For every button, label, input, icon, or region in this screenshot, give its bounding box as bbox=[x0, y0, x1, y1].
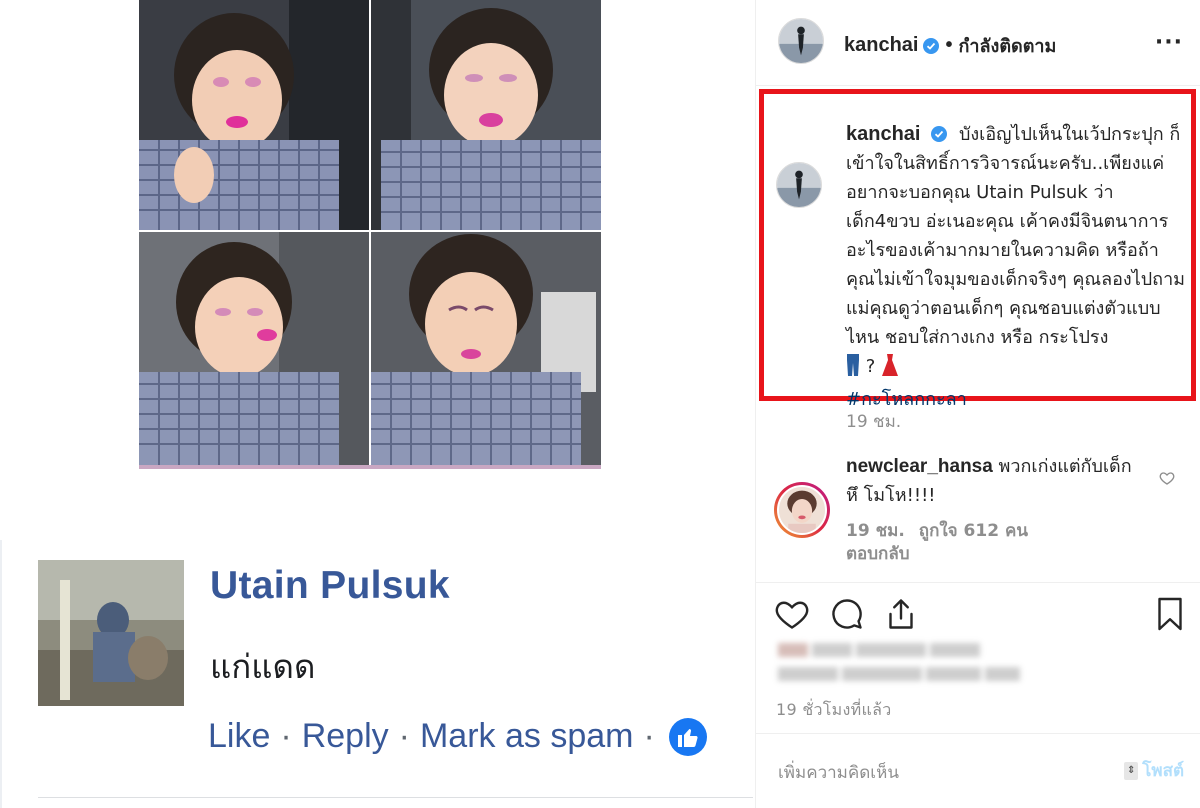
thumbs-up-icon[interactable] bbox=[668, 717, 707, 756]
heart-icon bbox=[775, 601, 809, 629]
username-link[interactable]: kanchai bbox=[846, 123, 920, 145]
reply-link[interactable]: Reply bbox=[302, 717, 389, 756]
photo-grid-border bbox=[139, 465, 601, 469]
child-selfie-photo-icon bbox=[139, 0, 369, 230]
add-comment-input[interactable]: เพิ่มความคิดเห็น bbox=[778, 759, 899, 786]
caption-question-mark: ? bbox=[865, 356, 876, 377]
child-photo-4[interactable] bbox=[371, 232, 601, 465]
comment-actions: Like · Reply · Mark as spam · bbox=[208, 717, 707, 756]
comment-meta: 19 ชม. ถูกใจ 612 คน ตอบกลับ bbox=[846, 520, 1086, 566]
heart-icon[interactable] bbox=[1159, 470, 1175, 486]
post-button-label: โพสต์ bbox=[1142, 761, 1184, 781]
divider bbox=[756, 733, 1200, 734]
user-photo-icon bbox=[38, 560, 184, 706]
child-selfie-photo-icon bbox=[371, 232, 601, 465]
child-selfie-photo-icon bbox=[371, 0, 601, 230]
share-upload-icon bbox=[889, 599, 913, 629]
divider bbox=[38, 797, 753, 798]
comment: newclear_hansa พวกเก่งแต่กับเด็ก หึ โมโห… bbox=[846, 452, 1146, 510]
more-options-icon[interactable]: ··· bbox=[1155, 30, 1183, 55]
caption-text: บังเอิญไปเห็นในเว้ปกระปุก ก็เข้าใจในสิทธ… bbox=[846, 124, 1186, 348]
username-link[interactable]: kanchai bbox=[844, 34, 918, 57]
save-button[interactable] bbox=[1152, 596, 1188, 632]
like-button[interactable] bbox=[774, 596, 810, 632]
post-comment-button[interactable]: ⇕ โพสต์ bbox=[1124, 757, 1184, 784]
child-photo-2[interactable] bbox=[371, 0, 601, 230]
jeans-icon bbox=[846, 354, 860, 385]
mark-as-spam-link[interactable]: Mark as spam bbox=[420, 717, 634, 756]
separator: · bbox=[398, 717, 410, 755]
silhouette-avatar-icon bbox=[779, 19, 823, 63]
post-header: kanchai • กำลังติดตาม ··· bbox=[756, 0, 1200, 86]
speech-bubble-icon bbox=[832, 599, 862, 629]
post-author: kanchai • กำลังติดตาม bbox=[844, 31, 1056, 60]
share-button[interactable] bbox=[883, 596, 919, 632]
photo-grid bbox=[139, 0, 601, 470]
comment-author[interactable]: Utain Pulsuk bbox=[210, 564, 450, 608]
facebook-comment: Utain Pulsuk แก่แดด Like · Reply · Mark … bbox=[38, 560, 753, 760]
dress-icon bbox=[881, 354, 899, 385]
comment-button[interactable] bbox=[829, 596, 865, 632]
caption-time: 19 ชม. bbox=[846, 412, 902, 432]
separator: · bbox=[643, 717, 655, 755]
comment-likes[interactable]: ถูกใจ 612 คน bbox=[919, 521, 1028, 541]
like-link[interactable]: Like bbox=[208, 717, 270, 756]
divider bbox=[756, 582, 1200, 583]
avatar[interactable] bbox=[776, 162, 822, 208]
post-caption: kanchai บังเอิญไปเห็นในเว้ปกระปุก ก็เข้า… bbox=[846, 120, 1186, 414]
separator: · bbox=[280, 717, 292, 755]
comment-text: แก่แดด bbox=[210, 647, 316, 686]
child-photo-3[interactable] bbox=[139, 232, 369, 465]
blurred-likes-summary bbox=[776, 640, 1026, 692]
verified-badge-icon bbox=[931, 126, 948, 142]
reply-button[interactable]: ตอบกลับ bbox=[846, 544, 910, 564]
following-button[interactable]: กำลังติดตาม bbox=[959, 31, 1057, 60]
child-selfie-photo-icon bbox=[139, 232, 369, 465]
avatar[interactable] bbox=[778, 18, 824, 64]
bookmark-icon bbox=[1158, 597, 1182, 631]
instagram-post-panel: kanchai • กำลังติดตาม ··· kanchai บังเอิ… bbox=[755, 0, 1200, 808]
comment-time: 19 ชม. bbox=[846, 521, 905, 541]
separator: • bbox=[945, 34, 953, 56]
divider bbox=[0, 540, 2, 808]
child-photo-1[interactable] bbox=[139, 0, 369, 230]
post-actions bbox=[756, 596, 1200, 636]
user-portrait-icon bbox=[779, 487, 825, 533]
username-link[interactable]: newclear_hansa bbox=[846, 456, 993, 477]
post-time: 19 ชั่วโมงที่แล้ว bbox=[776, 700, 892, 719]
text-cursor-icon: ⇕ bbox=[1124, 761, 1139, 780]
silhouette-avatar-icon bbox=[777, 163, 821, 207]
facebook-comment-panel: Utain Pulsuk แก่แดด Like · Reply · Mark … bbox=[0, 0, 755, 808]
avatar[interactable] bbox=[774, 482, 830, 538]
verified-badge-icon bbox=[923, 37, 940, 54]
avatar[interactable] bbox=[38, 560, 184, 706]
